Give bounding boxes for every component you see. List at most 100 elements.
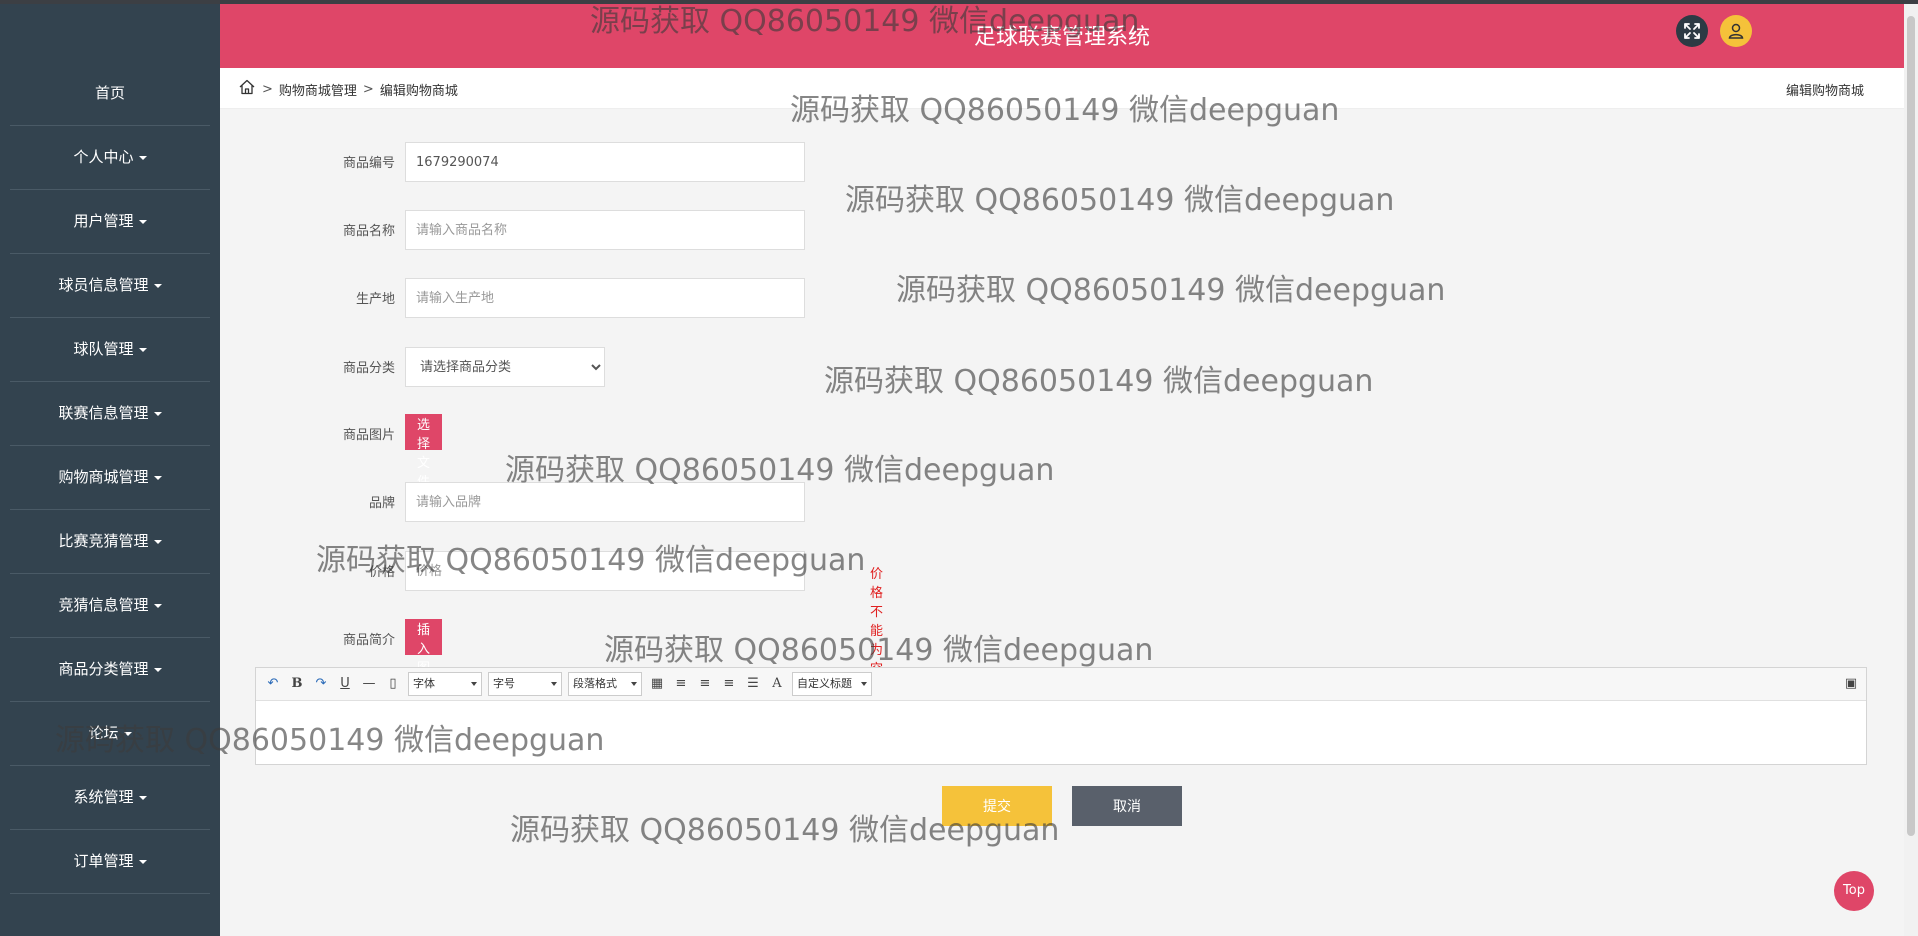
sidebar-item-label: 竞猜信息管理 — [58, 596, 149, 614]
new-document-icon[interactable]: ▯ — [384, 675, 402, 693]
font-family-combo[interactable]: 字体 — [408, 672, 482, 696]
custom-heading-label: 自定义标题 — [797, 677, 852, 690]
sidebar-item-home[interactable]: 首页 — [10, 62, 210, 126]
horizontal-rule-icon[interactable]: — — [360, 675, 378, 693]
caret-down-icon — [138, 155, 147, 160]
sidebar-item-product-category[interactable]: 商品分类管理 — [10, 638, 210, 702]
submit-button[interactable]: 提交 — [942, 786, 1052, 826]
sidebar-item-user-management[interactable]: 用户管理 — [10, 190, 210, 254]
brand-label: 品牌 — [368, 496, 395, 511]
chevron-down-icon — [861, 682, 867, 686]
sidebar: 首页 个人中心 用户管理 球员信息管理 球队管理 联赛信息管理 购物商城管理 比… — [0, 4, 220, 936]
product-name-label: 商品名称 — [342, 224, 395, 239]
underline-icon[interactable]: U — [336, 675, 354, 693]
align-right-icon[interactable]: ≡ — [696, 675, 714, 693]
table-icon[interactable]: ▦ — [648, 675, 666, 693]
caret-down-icon — [153, 667, 162, 672]
sidebar-item-personal-center[interactable]: 个人中心 — [10, 126, 210, 190]
align-center-icon[interactable]: ≡ — [720, 675, 738, 693]
caret-down-icon — [138, 219, 147, 224]
sidebar-item-label: 个人中心 — [73, 148, 134, 166]
fullscreen-button[interactable] — [1676, 15, 1708, 47]
category-label: 商品分类 — [342, 361, 395, 376]
sidebar-item-label: 用户管理 — [73, 212, 134, 230]
price-input[interactable] — [405, 551, 805, 591]
caret-down-icon — [123, 731, 132, 736]
custom-heading-combo[interactable]: 自定义标题 — [792, 672, 872, 696]
editor-content-area[interactable] — [256, 701, 1866, 765]
image-label: 商品图片 — [342, 428, 395, 443]
watermark-text: 源码获取 QQ86050149 微信deepguan — [845, 183, 1395, 218]
sidebar-item-label: 球队管理 — [73, 340, 134, 358]
product-name-input[interactable] — [405, 210, 805, 250]
origin-label: 生产地 — [355, 292, 395, 307]
home-icon[interactable] — [238, 78, 256, 100]
breadcrumb-separator: > — [362, 81, 374, 97]
sidebar-item-team[interactable]: 球队管理 — [10, 318, 210, 382]
sidebar-item-match-guess[interactable]: 比赛竞猜管理 — [10, 510, 210, 574]
sidebar-item-system[interactable]: 系统管理 — [10, 766, 210, 830]
editor-fullscreen-icon[interactable]: ▣ — [1842, 675, 1860, 693]
sidebar-item-label: 购物商城管理 — [58, 468, 149, 486]
redo-icon[interactable]: ↷ — [312, 675, 330, 693]
paragraph-format-combo[interactable]: 段落格式 — [568, 672, 642, 696]
chevron-down-icon — [551, 682, 557, 686]
watermark-text: 源码获取 QQ86050149 微信deepguan — [896, 273, 1446, 308]
caret-down-icon — [153, 475, 162, 480]
choose-file-button[interactable]: 选择文件 — [405, 414, 443, 490]
sidebar-item-label: 联赛信息管理 — [58, 404, 149, 422]
back-to-top-button[interactable]: Top — [1834, 871, 1874, 911]
intro-label: 商品简介 — [342, 633, 395, 648]
user-avatar-button[interactable] — [1720, 15, 1752, 47]
paragraph-format-label: 段落格式 — [573, 677, 617, 690]
cancel-button[interactable]: 取消 — [1072, 786, 1182, 826]
watermark-text: 源码获取 QQ86050149 微信deepguan — [824, 364, 1374, 399]
sidebar-item-label: 论坛 — [88, 724, 119, 742]
caret-down-icon — [138, 347, 147, 352]
product-code-input[interactable] — [405, 142, 805, 182]
sidebar-item-shop[interactable]: 购物商城管理 — [10, 446, 210, 510]
rich-text-editor: ↶ B ↷ U — ▯ 字体 字号 段落格式 ▦ ≡ ≡ ≡ ☰ A 自定义标题… — [255, 667, 1867, 765]
font-color-icon[interactable]: A — [768, 675, 786, 693]
font-family-label: 字体 — [413, 677, 435, 690]
sidebar-item-guess-info[interactable]: 竞猜信息管理 — [10, 574, 210, 638]
caret-down-icon — [153, 603, 162, 608]
breadcrumb-separator: > — [262, 81, 273, 97]
breadcrumb-bar: > 购物商城管理 > 编辑购物商城 编辑购物商城 — [220, 68, 1904, 109]
editor-toolbar: ↶ B ↷ U — ▯ 字体 字号 段落格式 ▦ ≡ ≡ ≡ ☰ A 自定义标题… — [256, 668, 1866, 701]
chevron-down-icon — [631, 682, 637, 686]
sidebar-menu: 首页 个人中心 用户管理 球员信息管理 球队管理 联赛信息管理 购物商城管理 比… — [10, 62, 210, 894]
sidebar-item-label: 比赛竞猜管理 — [58, 532, 149, 550]
breadcrumb-item-current: 编辑购物商城 — [379, 83, 458, 99]
bold-icon[interactable]: B — [288, 675, 306, 693]
sidebar-item-label: 系统管理 — [73, 788, 134, 806]
sidebar-item-orders[interactable]: 订单管理 — [10, 830, 210, 894]
sidebar-item-label: 球员信息管理 — [58, 276, 149, 294]
page-scrollbar[interactable] — [1904, 4, 1918, 936]
sidebar-item-player-info[interactable]: 球员信息管理 — [10, 254, 210, 318]
breadcrumb-item-shop[interactable]: 购物商城管理 — [279, 80, 357, 99]
app-title: 足球联赛管理系统 — [973, 25, 1150, 50]
insert-image-button[interactable]: 插入图片 — [405, 619, 443, 695]
sidebar-item-label: 首页 — [94, 84, 125, 102]
product-code-label: 商品编号 — [342, 156, 395, 171]
sidebar-item-label: 商品分类管理 — [58, 660, 149, 678]
undo-icon[interactable]: ↶ — [264, 675, 282, 693]
expand-icon — [1684, 23, 1700, 39]
origin-input[interactable] — [405, 278, 805, 318]
sidebar-item-league-info[interactable]: 联赛信息管理 — [10, 382, 210, 446]
category-select[interactable]: 请选择商品分类 — [405, 347, 605, 387]
font-size-combo[interactable]: 字号 — [488, 672, 562, 696]
align-justify-icon[interactable]: ☰ — [744, 675, 762, 693]
caret-down-icon — [138, 859, 147, 864]
scrollbar-thumb[interactable] — [1907, 16, 1915, 836]
brand-input[interactable] — [405, 482, 805, 522]
caret-down-icon — [153, 539, 162, 544]
chevron-down-icon — [471, 682, 477, 686]
price-error-message: 价格不能为空 — [870, 567, 884, 677]
page-title: 编辑购物商城 — [1785, 84, 1864, 99]
breadcrumb: > 购物商城管理 > 编辑购物商城 — [238, 78, 458, 100]
sidebar-item-forum[interactable]: 论坛 — [10, 702, 210, 766]
sidebar-item-label: 订单管理 — [73, 852, 134, 870]
align-left-icon[interactable]: ≡ — [672, 675, 690, 693]
